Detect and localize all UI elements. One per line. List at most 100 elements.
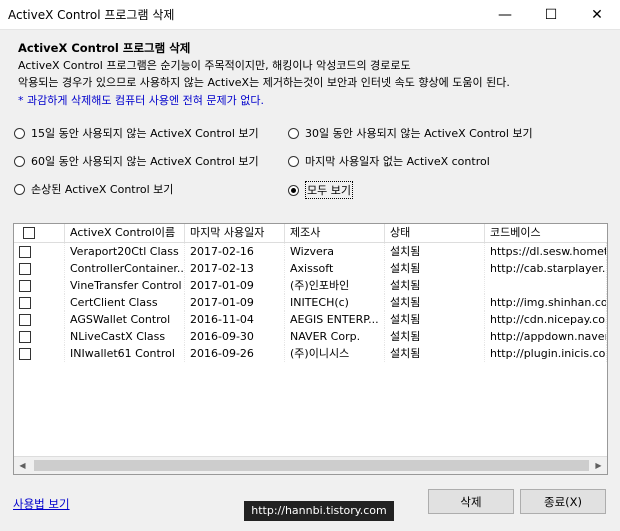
radio-filter-broken[interactable]: 손상된 ActiveX Control 보기 — [14, 181, 173, 197]
radio-filter-15days[interactable]: 15일 동안 사용되지 않는 ActiveX Control 보기 — [14, 125, 259, 141]
cell-name: VineTransfer Control — [65, 277, 185, 294]
minimize-button[interactable]: — — [482, 0, 528, 29]
cell-name: ControllerContainer... — [65, 260, 185, 277]
cell-status: 설치됨 — [385, 328, 485, 345]
cell-codebase: http://img.shinhan.com/s — [485, 294, 607, 311]
maximize-icon: ☐ — [544, 6, 558, 23]
cell-vendor: (주)이니시스 — [285, 345, 385, 362]
table-row[interactable]: NLiveCastX Class 2016-09-30 NAVER Corp. 설치됨… — [14, 328, 607, 345]
cell-last: 2017-01-09 — [185, 294, 285, 311]
cell-status: 설치됨 — [385, 294, 485, 311]
cell-codebase: http://plugin.inicis.com/w — [485, 345, 607, 362]
note-text: * 과감하게 삭제해도 컴퓨터 사용엔 전혀 문제가 없다. — [18, 94, 264, 107]
radio-filter-all[interactable]: 모두 보기 — [288, 181, 353, 199]
row-select-cell[interactable] — [14, 277, 65, 294]
checkbox-icon[interactable] — [23, 227, 35, 239]
radio-label: 60일 동안 사용되지 않는 ActiveX Control 보기 — [31, 155, 259, 168]
close-button[interactable]: ✕ — [574, 0, 620, 29]
cell-status: 설치됨 — [385, 243, 485, 260]
cell-codebase: https://dl.sesw.hometax — [485, 243, 607, 260]
column-header-last-used[interactable]: 마지막 사용일자 — [185, 224, 285, 242]
checkbox-icon[interactable] — [19, 297, 31, 309]
checkbox-icon[interactable] — [19, 314, 31, 326]
checkbox-icon[interactable] — [19, 246, 31, 258]
delete-button[interactable]: 삭제 — [428, 489, 514, 514]
usage-link[interactable]: 사용법 보기 — [13, 496, 70, 512]
checkbox-icon[interactable] — [19, 331, 31, 343]
scroll-left-icon[interactable]: ◀ — [14, 457, 31, 474]
radio-icon — [14, 183, 25, 195]
checkbox-icon[interactable] — [19, 348, 31, 360]
activex-list[interactable]: ActiveX Control이름 마지막 사용일자 제조사 상태 코드베이스 … — [13, 223, 608, 475]
radio-icon — [288, 155, 299, 167]
exit-button[interactable]: 종료(X) — [520, 489, 606, 514]
cell-status: 설치됨 — [385, 277, 485, 294]
row-select-cell[interactable] — [14, 294, 65, 311]
row-select-cell[interactable] — [14, 260, 65, 277]
cell-name: NLiveCastX Class — [65, 328, 185, 345]
column-header-codebase[interactable]: 코드베이스 — [485, 224, 607, 242]
table-row[interactable]: VineTransfer Control 2017-01-09 (주)인포바인 설치됨 — [14, 277, 607, 294]
cell-vendor: Axissoft — [285, 260, 385, 277]
cell-vendor: AEGIS ENTERP... — [285, 311, 385, 328]
row-select-cell[interactable] — [14, 243, 65, 260]
cell-vendor: INITECH(c) — [285, 294, 385, 311]
cell-last: 2017-02-13 — [185, 260, 285, 277]
column-header-vendor[interactable]: 제조사 — [285, 224, 385, 242]
checkbox-icon[interactable] — [19, 263, 31, 275]
description-line-1: ActiveX Control 프로그램은 순기능이 주목적이지만, 해킹이나 … — [18, 59, 411, 72]
cell-status: 설치됨 — [385, 345, 485, 362]
minimize-icon: — — [498, 6, 512, 23]
cell-codebase: http://cdn.nicepay.co.kr — [485, 311, 607, 328]
cell-codebase — [485, 277, 607, 294]
table-row[interactable]: AGSWallet Control 2016-11-04 AEGIS ENTERP.… — [14, 311, 607, 328]
radio-icon — [14, 127, 25, 139]
cell-vendor: NAVER Corp. — [285, 328, 385, 345]
window-title: ActiveX Control 프로그램 삭제 — [8, 8, 175, 22]
table-row[interactable]: ControllerContainer... 2017-02-13 Axissoft… — [14, 260, 607, 277]
row-select-cell[interactable] — [14, 345, 65, 362]
cell-name: AGSWallet Control — [65, 311, 185, 328]
maximize-button[interactable]: ☐ — [528, 0, 574, 29]
cell-name: INIwallet61 Control — [65, 345, 185, 362]
header-select-all[interactable] — [14, 224, 65, 242]
cell-vendor: Wizvera — [285, 243, 385, 260]
table-row[interactable]: Veraport20Ctl Class 2017-02-16 Wizvera 설치됨 h… — [14, 243, 607, 260]
cell-name: Veraport20Ctl Class — [65, 243, 185, 260]
cell-name: CertClient Class — [65, 294, 185, 311]
cell-last: 2016-09-26 — [185, 345, 285, 362]
cell-codebase: http://appdown.naver.c — [485, 328, 607, 345]
cell-status: 설치됨 — [385, 311, 485, 328]
radio-filter-no-last-use[interactable]: 마지막 사용일자 없는 ActiveX control — [288, 153, 490, 169]
radio-filter-30days[interactable]: 30일 동안 사용되지 않는 ActiveX Control 보기 — [288, 125, 533, 141]
row-select-cell[interactable] — [14, 328, 65, 345]
cell-vendor: (주)인포바인 — [285, 277, 385, 294]
radio-label: 모두 보기 — [305, 181, 353, 199]
horizontal-scrollbar[interactable]: ◀ ▶ — [14, 456, 607, 474]
radio-icon — [14, 155, 25, 167]
column-header-name[interactable]: ActiveX Control이름 — [65, 224, 185, 242]
scroll-right-icon[interactable]: ▶ — [590, 457, 607, 474]
cell-codebase: http://cab.starplayer.sk — [485, 260, 607, 277]
cell-last: 2017-02-16 — [185, 243, 285, 260]
scrollbar-thumb[interactable] — [34, 460, 589, 471]
radio-label: 손상된 ActiveX Control 보기 — [31, 183, 174, 196]
radio-selected-icon — [288, 184, 299, 196]
cell-last: 2016-09-30 — [185, 328, 285, 345]
radio-label: 마지막 사용일자 없는 ActiveX control — [305, 155, 490, 168]
watermark: http://hannbi.tistory.com — [244, 501, 394, 521]
radio-label: 15일 동안 사용되지 않는 ActiveX Control 보기 — [31, 127, 259, 140]
section-heading: ActiveX Control 프로그램 삭제 — [18, 41, 191, 55]
cell-last: 2017-01-09 — [185, 277, 285, 294]
description-line-2: 악용되는 경우가 있으므로 사용하지 않는 ActiveX는 제거하는것이 보안… — [18, 76, 510, 89]
column-header-status[interactable]: 상태 — [385, 224, 485, 242]
table-row[interactable]: CertClient Class 2017-01-09 INITECH(c) 설치됨 h… — [14, 294, 607, 311]
radio-icon — [288, 127, 299, 139]
radio-label: 30일 동안 사용되지 않는 ActiveX Control 보기 — [305, 127, 533, 140]
checkbox-icon[interactable] — [19, 280, 31, 292]
title-bar: ActiveX Control 프로그램 삭제 — ☐ ✕ — [0, 0, 620, 30]
row-select-cell[interactable] — [14, 311, 65, 328]
cell-last: 2016-11-04 — [185, 311, 285, 328]
radio-filter-60days[interactable]: 60일 동안 사용되지 않는 ActiveX Control 보기 — [14, 153, 259, 169]
table-row[interactable]: INIwallet61 Control 2016-09-26 (주)이니시스 설치됨 h… — [14, 345, 607, 362]
